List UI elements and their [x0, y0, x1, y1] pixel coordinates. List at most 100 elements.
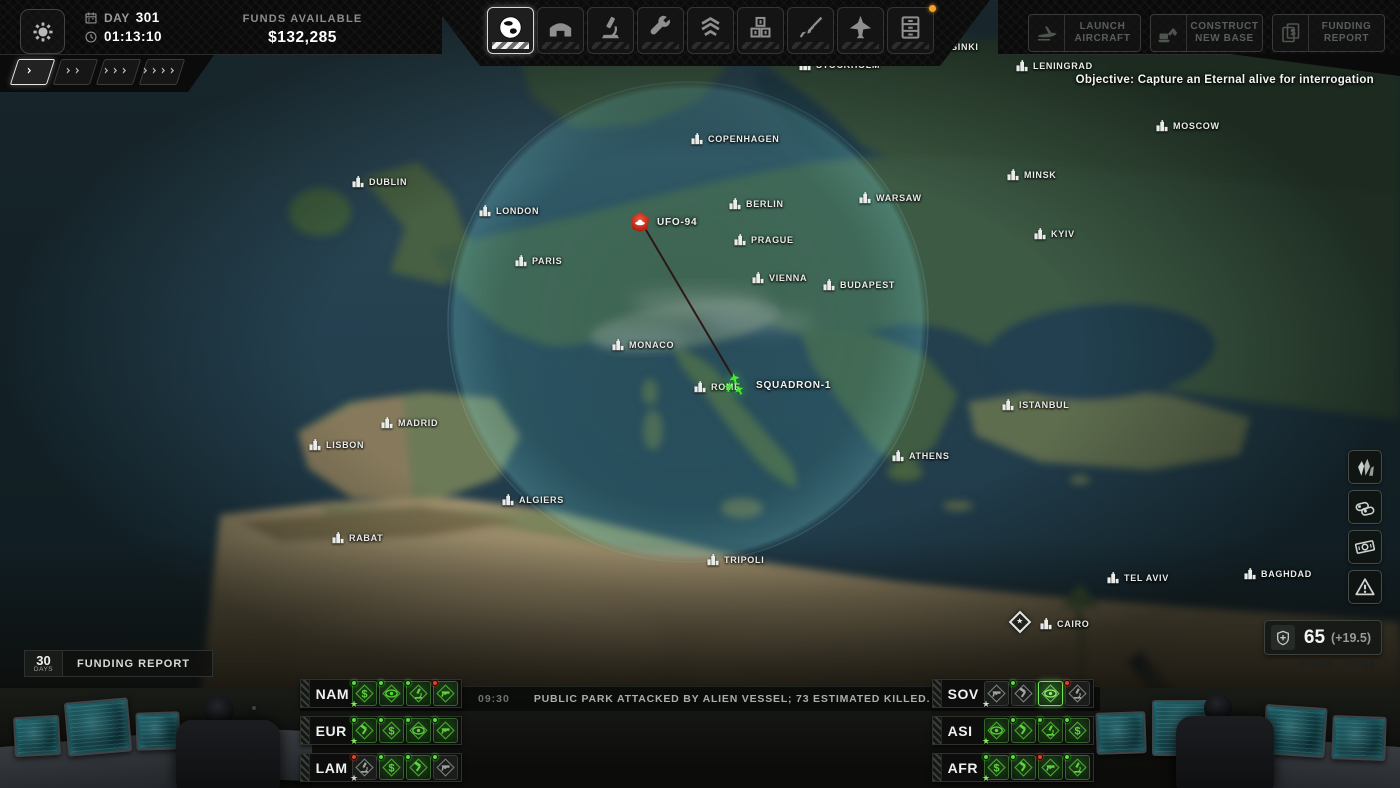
city-minsk: MINSK	[1006, 168, 1057, 182]
status-dot-green	[1010, 680, 1016, 686]
relations-badge[interactable]: 65 (+19.5)	[1264, 620, 1382, 655]
nav-engineering-button[interactable]	[637, 7, 684, 54]
region-status-microscope[interactable]	[1037, 717, 1063, 743]
city-label: MONACO	[629, 340, 675, 350]
chevron-icon	[144, 65, 153, 78]
warning-icon	[1354, 576, 1376, 598]
region-status-eye[interactable]	[405, 717, 431, 743]
funds-label: FUNDS AVAILABLE	[242, 13, 363, 25]
nav-research-button[interactable]	[587, 7, 634, 54]
region-status-dollar[interactable]: ★	[350, 680, 377, 709]
region-status-eye[interactable]	[1038, 681, 1063, 706]
city-athens: ATHENS	[891, 449, 950, 463]
launch-aircraft-button[interactable]: LAUNCH AIRCRAFT	[1028, 14, 1141, 52]
layer-canisters-button[interactable]	[1348, 490, 1382, 524]
region-status-microscope[interactable]	[1064, 680, 1090, 706]
nav-armory-button[interactable]	[787, 7, 834, 54]
console-art-right	[1088, 690, 1400, 788]
region-lam[interactable]: LAM ★	[300, 753, 462, 783]
region-hatch	[933, 754, 942, 781]
squadron-marker[interactable]: SQUADRON-1	[722, 372, 831, 398]
region-code: SOV	[947, 685, 979, 702]
region-status-microscope[interactable]	[1064, 754, 1090, 780]
nav-stores-button[interactable]	[737, 7, 784, 54]
city-label: BAGHDAD	[1261, 569, 1312, 579]
pistol-icon	[436, 758, 455, 777]
funding-days: 30 DAYS	[25, 651, 63, 676]
funding-report-button[interactable]: FUNDING REPORT	[1272, 14, 1385, 52]
region-status-gavel[interactable]	[1010, 680, 1036, 706]
chevron-icon	[162, 65, 171, 78]
layer-alerts-button[interactable]	[1348, 570, 1382, 604]
region-status-gavel[interactable]	[1010, 754, 1036, 780]
gavel-icon	[1014, 758, 1033, 777]
city-label: TEL AVIV	[1124, 573, 1169, 583]
funds-block: FUNDS AVAILABLE $132,285	[205, 13, 400, 47]
construct-new-base-button[interactable]: CONSTRUCT NEW BASE	[1150, 14, 1263, 52]
region-status-pistol[interactable]	[432, 680, 458, 706]
star-icon: ★	[350, 736, 359, 746]
city-label: KYIV	[1051, 229, 1075, 239]
region-status-eye[interactable]: ★	[982, 718, 1009, 746]
city-buildings-icon	[728, 197, 742, 211]
region-status-eye[interactable]	[378, 680, 404, 706]
speed-1x-button[interactable]	[10, 59, 55, 85]
region-status-tiles: ★	[350, 717, 461, 746]
region-status-dollar[interactable]	[378, 754, 404, 780]
region-status-tiles: ★	[982, 680, 1093, 709]
funding-report-bar[interactable]: 30 DAYS FUNDING REPORT	[24, 650, 213, 677]
region-status-gavel[interactable]	[1010, 717, 1036, 743]
ufo-contact-marker[interactable]: UFO-94	[630, 212, 697, 232]
status-dot-green	[1037, 717, 1043, 723]
status-dot-green	[432, 754, 438, 760]
nav-personnel-button[interactable]	[687, 7, 734, 54]
nav-geoscape-button[interactable]	[487, 7, 534, 54]
region-sov[interactable]: SOV ★	[932, 679, 1094, 709]
region-nam[interactable]: NAM ★	[300, 679, 462, 709]
topbar-actions: LAUNCH AIRCRAFT CONSTRUCT NEW BASE FUNDING RE…	[1028, 14, 1385, 52]
pistol-icon	[436, 684, 455, 703]
region-status-gavel[interactable]: ★	[350, 717, 377, 746]
speed-4x-button[interactable]	[139, 59, 185, 85]
region-status-microscope[interactable]: ★	[350, 754, 377, 783]
region-status-pistol[interactable]: ★	[982, 681, 1009, 709]
status-dot-green	[405, 717, 411, 723]
map-layer-buttons	[1348, 450, 1382, 604]
region-eur[interactable]: EUR ★	[300, 716, 462, 746]
city-label: LONDON	[496, 206, 540, 216]
region-asi[interactable]: ASI ★	[932, 716, 1094, 746]
status-dot-red	[351, 754, 357, 760]
star-icon: ★	[982, 699, 991, 709]
status-dot-green	[432, 717, 438, 723]
chevron-icon	[28, 65, 37, 78]
status-dot-green	[1064, 717, 1070, 723]
ticker-time: 09:30	[478, 693, 510, 705]
nav-archives-button[interactable]	[887, 7, 934, 54]
region-status-pistol[interactable]	[1037, 754, 1063, 780]
layer-crystals-button[interactable]	[1348, 450, 1382, 484]
region-afr[interactable]: AFR ★	[932, 753, 1094, 783]
region-status-dollar[interactable]	[378, 717, 404, 743]
speed-3x-button[interactable]	[96, 59, 141, 85]
crystal-icon	[1354, 456, 1376, 478]
nav-aircraft-button[interactable]	[837, 7, 884, 54]
status-dot-green	[1010, 717, 1016, 723]
status-dot-green	[378, 680, 384, 686]
region-status-microscope[interactable]	[405, 680, 431, 706]
settings-button[interactable]	[20, 9, 65, 54]
region-status-dollar[interactable]: ★	[982, 754, 1009, 783]
region-status-pistol[interactable]	[432, 717, 458, 743]
region-status-gavel[interactable]	[405, 754, 431, 780]
region-status-pistol[interactable]	[432, 754, 458, 780]
city-leningrad: LENINGRAD	[1015, 59, 1093, 73]
city-buildings-icon	[478, 204, 492, 218]
nav-base-button[interactable]	[537, 7, 584, 54]
city-label: MADRID	[398, 418, 439, 428]
geoscape-screen: STOCKHOLMHELSINKILENINGRADMOSCOWCOPENHAG…	[0, 0, 1400, 788]
speed-2x-button[interactable]	[53, 59, 98, 85]
layer-funds-button[interactable]	[1348, 530, 1382, 564]
region-hatch	[933, 680, 942, 707]
world-map[interactable]: STOCKHOLMHELSINKILENINGRADMOSCOWCOPENHAG…	[0, 0, 1400, 700]
region-status-dollar[interactable]	[1064, 717, 1090, 743]
region-code: ASI	[947, 722, 973, 739]
